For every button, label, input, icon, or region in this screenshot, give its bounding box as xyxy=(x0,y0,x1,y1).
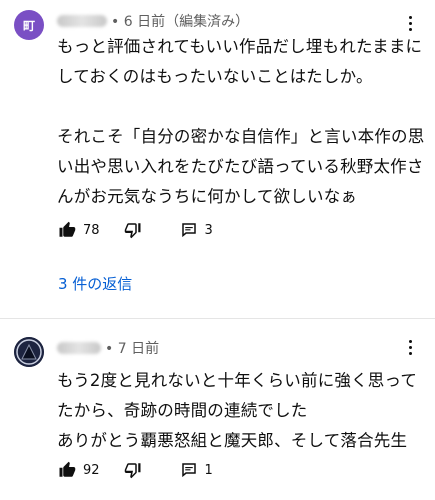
comment-header: • 7 日前 xyxy=(57,338,159,358)
comment-timestamp: • 6 日前（編集済み） xyxy=(111,14,250,30)
comment: 町 • 6 日前（編集済み） もっと評価されてもいい作品だし埋もれたままにしてお… xyxy=(0,0,435,314)
like-button[interactable]: 92 xyxy=(58,461,100,479)
view-replies-link[interactable]: 3 件の返信 xyxy=(58,273,132,294)
reply-count: 1 xyxy=(204,462,213,478)
author-name-blurred[interactable] xyxy=(57,342,101,354)
reply-button[interactable]: 3 xyxy=(180,221,213,239)
comment-text: もう2度と見れないと十年くらい前に強く思ってたから、奇跡の時間の連続でした あり… xyxy=(57,371,418,450)
comment: • 7 日前 もう2度と見れないと十年くらい前に強く思ってたから、奇跡の時間の連… xyxy=(0,320,435,500)
comment-actions: 78 3 xyxy=(58,221,213,239)
dislike-button[interactable] xyxy=(124,221,142,239)
thumbs-down-icon xyxy=(124,223,141,239)
comment-icon xyxy=(181,463,196,478)
comment-text: もっと評価されてもいい作品だし埋もれたままにしておくのはもったいないことはたしか… xyxy=(57,37,425,206)
divider xyxy=(0,318,435,319)
avatar[interactable]: 町 xyxy=(14,10,44,40)
author-name-blurred[interactable] xyxy=(57,15,107,27)
thumbs-up-icon xyxy=(59,461,76,477)
comment-actions: 92 1 xyxy=(58,461,213,479)
comment-header: • 6 日前（編集済み） xyxy=(57,11,249,31)
dislike-button[interactable] xyxy=(124,461,142,479)
reply-button[interactable]: 1 xyxy=(180,461,213,479)
like-button[interactable]: 78 xyxy=(58,221,100,239)
avatar-initial: 町 xyxy=(22,18,35,33)
thumbs-up-icon xyxy=(59,221,76,237)
comment-icon xyxy=(181,223,196,238)
like-count: 92 xyxy=(83,462,100,478)
reply-count: 3 xyxy=(204,222,213,238)
like-count: 78 xyxy=(83,222,100,238)
comment-timestamp: • 7 日前 xyxy=(105,341,160,357)
avatar-image xyxy=(14,337,44,367)
more-options-icon[interactable] xyxy=(409,340,413,358)
avatar[interactable] xyxy=(14,337,44,367)
thumbs-down-icon xyxy=(124,463,141,479)
